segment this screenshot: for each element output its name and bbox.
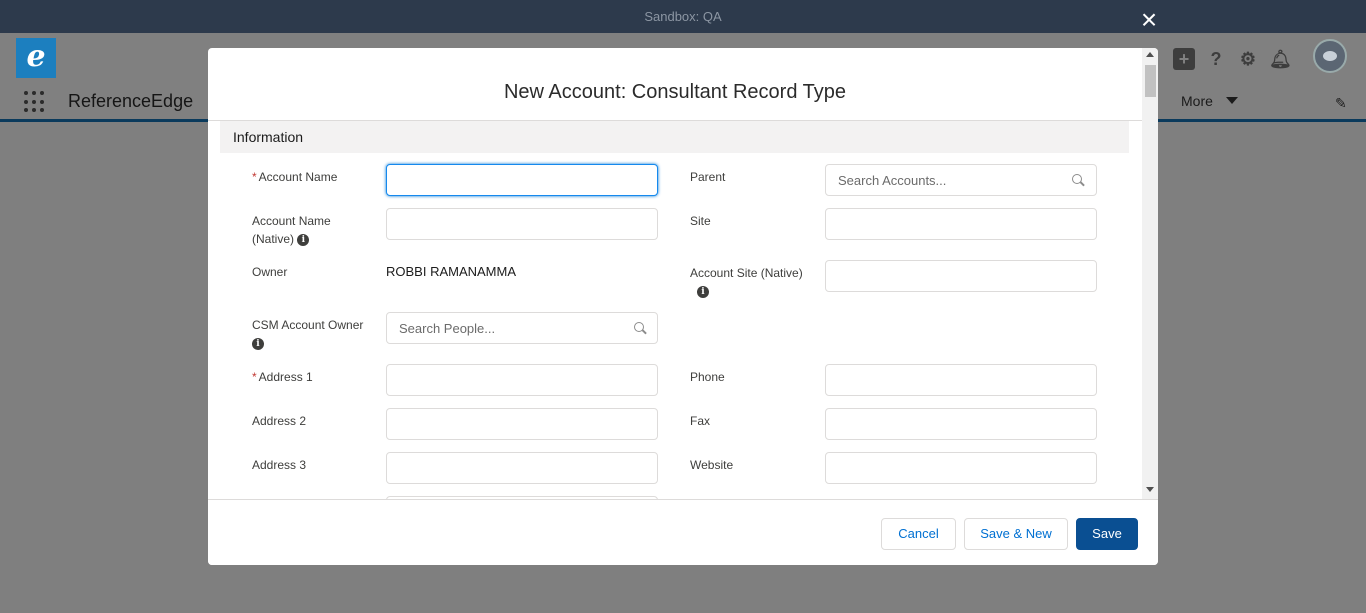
required-marker: * xyxy=(252,170,257,184)
new-account-modal: New Account: Consultant Record Type Info… xyxy=(208,48,1158,565)
csm-account-owner-search-input[interactable] xyxy=(386,312,658,344)
scroll-thumb[interactable] xyxy=(1145,65,1156,97)
modal-footer: Cancel Save & New Save xyxy=(208,499,1158,565)
search-icon[interactable] xyxy=(1072,174,1085,187)
bell-icon[interactable]: 🔔︎ xyxy=(1269,48,1292,70)
save-and-new-button[interactable]: Save & New xyxy=(964,518,1068,550)
help-icon[interactable]: ? xyxy=(1205,48,1227,70)
section-information[interactable]: Information xyxy=(220,121,1129,153)
pencil-icon[interactable]: ✎ xyxy=(1335,95,1347,112)
header-utility-icons: + ? ⚙ 🔔︎ xyxy=(1173,45,1301,73)
site-label: Site xyxy=(690,214,711,228)
phone-label: Phone xyxy=(690,370,725,384)
scroll-up-icon[interactable] xyxy=(1146,52,1154,57)
phone-input[interactable] xyxy=(825,364,1097,396)
modal-title: New Account: Consultant Record Type xyxy=(208,48,1142,121)
site-input[interactable] xyxy=(825,208,1097,240)
info-icon[interactable]: i xyxy=(252,337,264,350)
parent-search-input[interactable] xyxy=(825,164,1097,196)
info-icon[interactable]: i xyxy=(697,285,709,298)
required-marker: * xyxy=(252,370,257,384)
app-logo: e xyxy=(16,38,56,78)
scroll-down-icon[interactable] xyxy=(1146,487,1154,492)
sandbox-bar: Sandbox: QA xyxy=(0,0,1366,33)
app-name: ReferenceEdge xyxy=(68,91,194,111)
fax-input[interactable] xyxy=(825,408,1097,440)
chevron-down-icon[interactable] xyxy=(1226,97,1238,104)
csm-account-owner-label: CSM Account Owner i xyxy=(252,318,364,350)
website-input[interactable] xyxy=(825,452,1097,484)
modal-scrollbar[interactable] xyxy=(1142,48,1158,499)
address-1-label: * Address 1 xyxy=(252,370,313,384)
account-name-input[interactable] xyxy=(386,164,658,196)
global-actions-icon[interactable]: + xyxy=(1173,48,1195,70)
address-3-input[interactable] xyxy=(386,452,658,484)
account-name-label: * Account Name xyxy=(252,170,338,184)
sandbox-label: Sandbox: QA xyxy=(644,9,722,24)
info-icon[interactable]: i xyxy=(297,233,310,246)
address-3-label: Address 3 xyxy=(252,458,307,472)
fax-label: Fax xyxy=(690,414,711,428)
website-label: Website xyxy=(690,458,734,472)
parent-label: Parent xyxy=(690,170,726,184)
app-launcher-icon[interactable] xyxy=(24,91,46,113)
avatar[interactable] xyxy=(1313,39,1347,73)
owner-value: ROBBI RAMANAMMA xyxy=(386,264,517,279)
address-1-input[interactable] xyxy=(386,364,658,396)
account-site-native-input[interactable] xyxy=(825,260,1097,292)
account-name-native-label: Account Name (Native) i xyxy=(252,214,331,246)
save-button[interactable]: Save xyxy=(1076,518,1138,550)
search-icon[interactable] xyxy=(634,322,647,335)
close-icon[interactable]: × xyxy=(1137,6,1161,34)
account-name-native-input[interactable] xyxy=(386,208,658,240)
cancel-button[interactable]: Cancel xyxy=(881,518,956,550)
address-2-label: Address 2 xyxy=(252,414,307,428)
nav-more[interactable]: More xyxy=(1181,93,1213,109)
owner-label: Owner xyxy=(252,265,288,279)
account-site-native-label: Account Site (Native) i xyxy=(690,266,803,298)
gear-icon[interactable]: ⚙ xyxy=(1237,48,1259,70)
address-2-input[interactable] xyxy=(386,408,658,440)
